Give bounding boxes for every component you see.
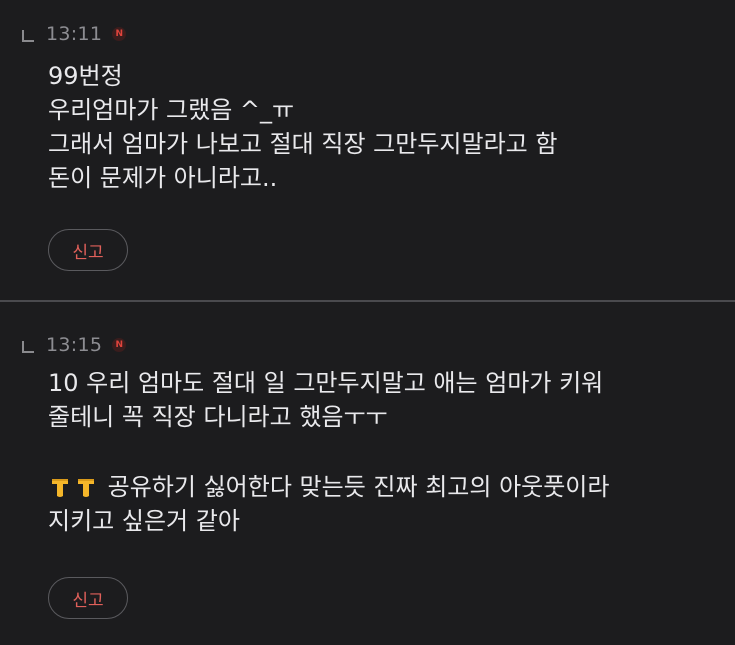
reply-item: 13:15 N 10 우리 엄마도 절대 일 그만두지말고 애는 엄마가 키워 … (0, 304, 735, 645)
reply-text-line: 줄테니 꼭 직장 다니라고 했음ㅜㅜ (48, 403, 388, 431)
reply-body: 99번정 우리엄마가 그랬음 ^_ㅠ 그래서 엄마가 나보고 절대 직장 그만두… (48, 59, 719, 195)
reply-text-line: 10 우리 엄마도 절대 일 그만두지말고 애는 엄마가 키워 (48, 369, 604, 397)
reply-time: 13:15 (46, 334, 103, 356)
reply-arrow-icon (22, 341, 34, 353)
pointing-down-hand-icon (48, 474, 72, 498)
reply-text-line: 우리엄마가 그랬음 ^_ㅠ (48, 96, 295, 124)
reply-text: 공유하기 싫어한다 맞는듯 진짜 최고의 아웃풋이라 (107, 473, 610, 501)
report-button[interactable]: 신고 (48, 229, 128, 271)
reply-text-line: 돈이 문제가 아니라고.. (48, 164, 278, 192)
reply-meta: 13:15 N (22, 331, 127, 359)
pointing-down-hand-icon (74, 474, 98, 498)
reply-time: 13:11 (46, 23, 103, 45)
report-button[interactable]: 신고 (48, 577, 128, 619)
reply-thread: 13:11 N 99번정 우리엄마가 그랬음 ^_ㅠ 그래서 엄마가 나보고 절… (0, 0, 735, 645)
new-badge: N (112, 338, 127, 352)
reply-text-line-with-emoji: 공유하기 싫어한다 맞는듯 진짜 최고의 아웃풋이라 (48, 470, 719, 504)
reply-body: 10 우리 엄마도 절대 일 그만두지말고 애는 엄마가 키워 줄테니 꼭 직장… (48, 366, 719, 538)
new-badge: N (112, 27, 127, 41)
reply-text-line: 지키고 싶은거 같아 (48, 507, 240, 535)
reply-meta: 13:11 N (22, 20, 127, 48)
reply-text-line: 그래서 엄마가 나보고 절대 직장 그만두지말라고 함 (48, 130, 558, 158)
reply-arrow-icon (22, 30, 34, 42)
divider (0, 300, 735, 302)
reply-text-line: 99번정 (48, 62, 123, 90)
reply-item: 13:11 N 99번정 우리엄마가 그랬음 ^_ㅠ 그래서 엄마가 나보고 절… (0, 0, 735, 300)
